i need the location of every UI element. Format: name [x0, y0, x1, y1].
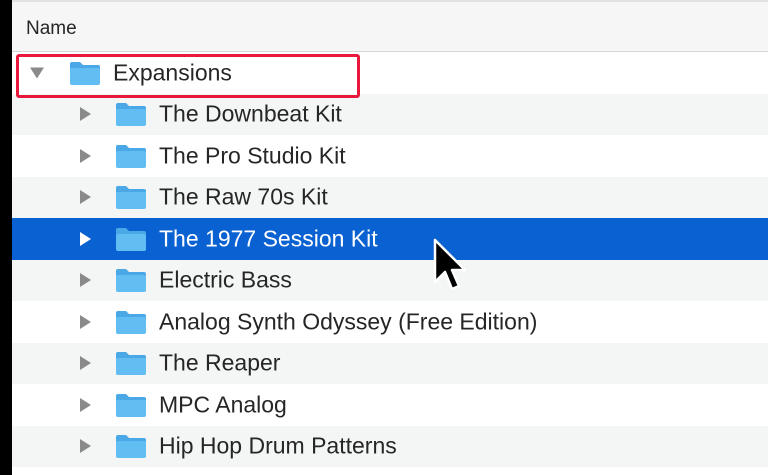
tree-row-the-raw-70s-kit[interactable]: The Raw 70s Kit	[12, 176, 768, 218]
header-divider	[12, 0, 768, 2]
folder-icon	[70, 61, 100, 85]
finder-window: Name Expansions The Downbeat Kit The Pro…	[12, 0, 768, 475]
tree-row-label: The Pro Studio Kit	[159, 142, 346, 169]
tree-row-label: The Reaper	[159, 349, 281, 376]
tree-row-label: The Raw 70s Kit	[159, 183, 328, 210]
folder-icon	[116, 103, 146, 127]
tree-row-label: The Downbeat Kit	[159, 100, 342, 127]
tree-row-expansions[interactable]: Expansions	[12, 52, 768, 94]
tree-row-the-pro-studio-kit[interactable]: The Pro Studio Kit	[12, 135, 768, 177]
tree-row-label: The 1977 Session Kit	[159, 225, 378, 252]
tree-row-the-reaper[interactable]: The Reaper	[12, 342, 768, 384]
tree-row-label: Expansions	[113, 59, 232, 86]
tree-row-analog-synth-odyssey[interactable]: Analog Synth Odyssey (Free Edition)	[12, 301, 768, 343]
folder-icon	[116, 186, 146, 210]
folder-icon	[116, 310, 146, 334]
tree-row-label: Electric Bass	[159, 266, 292, 293]
tree-row-label: Analog Synth Odyssey (Free Edition)	[159, 308, 538, 335]
folder-icon	[116, 393, 146, 417]
folder-icon	[116, 352, 146, 376]
arrow-cursor-icon	[433, 238, 466, 291]
folder-icon	[116, 269, 146, 293]
disclosure-triangle-right-icon[interactable]	[80, 107, 91, 122]
file-tree: Expansions The Downbeat Kit The Pro Stud…	[12, 52, 768, 467]
tree-row-label: Hip Hop Drum Patterns	[159, 432, 397, 459]
disclosure-triangle-right-icon[interactable]	[80, 397, 91, 412]
tree-row-hip-hop-drum-patterns[interactable]: Hip Hop Drum Patterns	[12, 425, 768, 467]
disclosure-triangle-right-icon[interactable]	[80, 439, 91, 454]
tree-row-the-1977-session-kit[interactable]: The 1977 Session Kit	[12, 218, 768, 260]
tree-row-the-downbeat-kit[interactable]: The Downbeat Kit	[12, 93, 768, 135]
name-column-header[interactable]: Name	[26, 18, 77, 40]
folder-icon	[116, 144, 146, 168]
disclosure-triangle-right-icon[interactable]	[80, 356, 91, 371]
folder-icon	[116, 227, 146, 251]
tree-row-electric-bass[interactable]: Electric Bass	[12, 259, 768, 301]
disclosure-triangle-right-icon[interactable]	[80, 231, 91, 246]
disclosure-triangle-right-icon[interactable]	[80, 314, 91, 329]
tree-row-mpc-analog[interactable]: MPC Analog	[12, 384, 768, 426]
disclosure-triangle-right-icon[interactable]	[80, 190, 91, 205]
disclosure-triangle-right-icon[interactable]	[80, 273, 91, 288]
column-header[interactable]: Name	[12, 0, 768, 52]
tree-row-label: MPC Analog	[159, 391, 287, 418]
disclosure-triangle-down-icon[interactable]	[30, 67, 44, 79]
disclosure-triangle-right-icon[interactable]	[80, 148, 91, 163]
folder-icon	[116, 435, 146, 459]
